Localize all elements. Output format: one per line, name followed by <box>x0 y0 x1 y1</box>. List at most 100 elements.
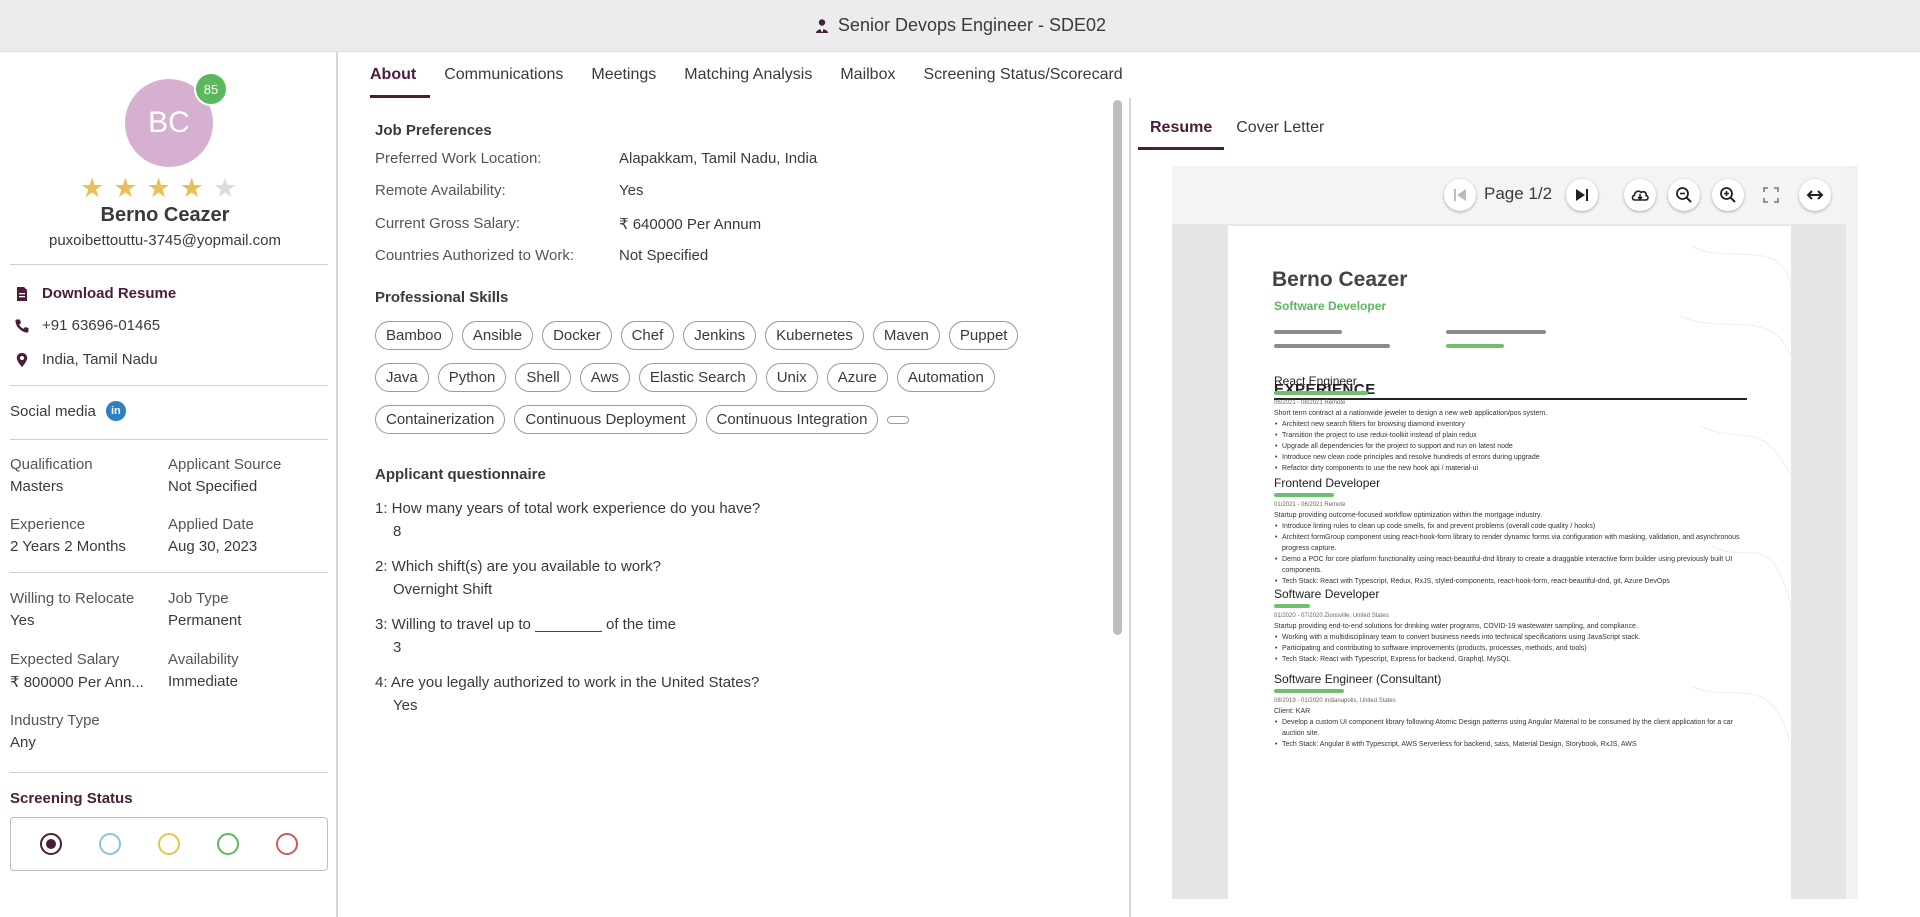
divider <box>10 572 328 573</box>
pref-row: Remote Availability: Yes <box>375 182 643 199</box>
answer-text: 8 <box>393 523 402 540</box>
tab-mailbox[interactable]: Mailbox <box>826 52 909 98</box>
expected-salary-label: Expected Salary <box>10 651 120 668</box>
last-page-button[interactable] <box>1566 179 1598 211</box>
zoom-out-button[interactable] <box>1668 179 1700 211</box>
expected-salary-field: Expected Salary ₹ 800000 Per Ann... <box>10 651 160 691</box>
star-icon[interactable]: ★ <box>113 175 137 202</box>
applied-date-field: Applied Date Aug 30, 2023 <box>168 516 318 555</box>
download-resume-label[interactable]: Download Resume <box>42 285 176 302</box>
download-button[interactable] <box>1624 179 1656 211</box>
title-bar: Senior Devops Engineer - SDE02 <box>0 0 1920 52</box>
redacted-company <box>1274 689 1344 693</box>
answer-text: Overnight Shift <box>393 581 493 598</box>
pref-label: Countries Authorized to Work: <box>375 247 574 264</box>
pane-divider <box>1129 98 1131 917</box>
qualification-value: Masters <box>10 478 64 495</box>
tab-cover-letter[interactable]: Cover Letter <box>1224 106 1336 150</box>
job-summary: Short term contract at a nationwide jewe… <box>1274 410 1548 417</box>
job-bullet: Refactor dirty components to use the new… <box>1274 463 1754 474</box>
job-bullet: Tech Stack: React with Typescript, Expre… <box>1274 654 1754 665</box>
applicant-source-label: Applicant Source <box>168 456 282 473</box>
redacted-company <box>1274 604 1310 608</box>
industry-type-label: Industry Type <box>10 712 100 729</box>
divider <box>10 772 328 773</box>
divider <box>10 439 328 440</box>
screening-status-radio[interactable] <box>276 833 299 855</box>
star-icon[interactable]: ★ <box>146 175 170 202</box>
phone-row: +91 63696-01465 <box>14 317 160 334</box>
job-description: Client: KAR Develop a custom UI component… <box>1274 706 1754 750</box>
document-tabs: Resume Cover Letter <box>1138 106 1336 150</box>
question-item: 3: Willing to travel up to ________ of t… <box>375 616 676 656</box>
pref-row: Preferred Work Location: Alapakkam, Tami… <box>375 150 817 167</box>
rating-stars[interactable]: ★ ★ ★ ★ ★ <box>80 175 237 202</box>
tab-resume[interactable]: Resume <box>1138 106 1225 150</box>
tab-meetings[interactable]: Meetings <box>577 52 670 98</box>
star-icon[interactable]: ★ <box>80 175 104 202</box>
experience-field: Experience 2 Years 2 Months <box>10 516 160 555</box>
download-resume-link[interactable]: Download Resume <box>14 285 176 302</box>
relocate-field: Willing to Relocate Yes <box>10 590 160 629</box>
question-text: 2: Which shift(s) are you available to w… <box>375 558 661 575</box>
fit-width-button[interactable] <box>1799 179 1831 211</box>
pref-label: Remote Availability: <box>375 182 506 199</box>
job-bullet: Participating and contributing to softwa… <box>1274 643 1754 654</box>
linkedin-icon[interactable]: in <box>105 401 126 421</box>
skill-chip: Containerization <box>375 405 506 434</box>
fullscreen-button[interactable] <box>1755 179 1787 211</box>
resume-job: Frontend Developer 01/2021 - 06/2021 Remo… <box>1274 476 1754 587</box>
viewer-scrollbar[interactable] <box>1846 166 1858 899</box>
job-summary: Startup providing outcome-focused workfl… <box>1274 512 1542 519</box>
experience-label: Experience <box>10 516 86 533</box>
qualification-label: Qualification <box>10 456 93 473</box>
resume-job: Software Engineer (Consultant) 08/2019 - … <box>1274 672 1754 750</box>
divider <box>10 385 328 386</box>
phone-icon <box>15 319 29 333</box>
tab-communications[interactable]: Communications <box>430 52 577 98</box>
zoom-in-button[interactable] <box>1712 179 1744 211</box>
resume-job: Software Developer 01/2020 - 07/2020 Zion… <box>1274 587 1754 665</box>
job-bullet: Upgrade all dependencies for the project… <box>1274 441 1754 452</box>
job-meta: 01/2020 - 07/2020 Zionsville, United Sta… <box>1274 613 1389 619</box>
screening-status-radio[interactable] <box>217 833 240 855</box>
tab-matching-analysis[interactable]: Matching Analysis <box>670 52 826 98</box>
viewer-toolbar: Page 1/2 <box>1172 166 1848 224</box>
star-icon[interactable]: ★ <box>213 175 237 202</box>
content-scrollbar[interactable] <box>1113 100 1122 635</box>
skip-back-icon <box>1454 189 1466 201</box>
job-bullet: Develop a custom UI component library fo… <box>1274 717 1754 739</box>
screening-status-radio[interactable] <box>39 833 62 855</box>
qualification-field: Qualification Masters <box>10 456 160 495</box>
job-meta: 06/2021 - 08/2021 Remote <box>1274 400 1346 406</box>
job-title: Software Engineer (Consultant) <box>1274 672 1442 686</box>
availability-field: Availability Immediate <box>168 651 318 690</box>
more-skills-toggle[interactable] <box>887 416 910 424</box>
pref-row: Current Gross Salary: ₹ 640000 Per Annum <box>375 215 761 233</box>
screening-status-radio[interactable] <box>157 833 180 855</box>
skill-chip: Docker <box>542 321 612 350</box>
redacted-contact <box>1274 344 1390 348</box>
first-page-button[interactable] <box>1444 179 1476 211</box>
screening-status-radio[interactable] <box>98 833 121 855</box>
job-title: Software Developer <box>1274 587 1380 601</box>
question-text: 4: Are you legally authorized to work in… <box>375 674 760 691</box>
arrows-horizontal-icon <box>1806 190 1824 200</box>
applied-date-value: Aug 30, 2023 <box>168 538 258 555</box>
tab-screening-status-scorecard[interactable]: Screening Status/Scorecard <box>909 52 1136 98</box>
relocate-value: Yes <box>10 612 35 629</box>
job-summary: Client: KAR <box>1274 708 1311 715</box>
questionnaire-title: Applicant questionnaire <box>375 466 546 483</box>
skill-chip: Azure <box>826 363 888 392</box>
skills-list: Bamboo Ansible Docker Chef Jenkins Kubernetes… <box>375 321 1075 447</box>
cloud-download-icon <box>1631 190 1649 201</box>
main-tabs: About Communications Meetings Matching Anal… <box>340 52 1137 98</box>
job-bullet: Architect new search filters for browsin… <box>1274 419 1754 430</box>
tab-about[interactable]: About <box>340 52 431 98</box>
star-icon[interactable]: ★ <box>180 175 204 202</box>
resume-role: Software Developer <box>1274 299 1387 313</box>
job-title: Frontend Developer <box>1274 476 1381 490</box>
pref-value: Yes <box>619 182 644 199</box>
job-type-field: Job Type Permanent <box>168 590 318 629</box>
job-description: Startup providing outcome-focused workfl… <box>1274 510 1754 587</box>
